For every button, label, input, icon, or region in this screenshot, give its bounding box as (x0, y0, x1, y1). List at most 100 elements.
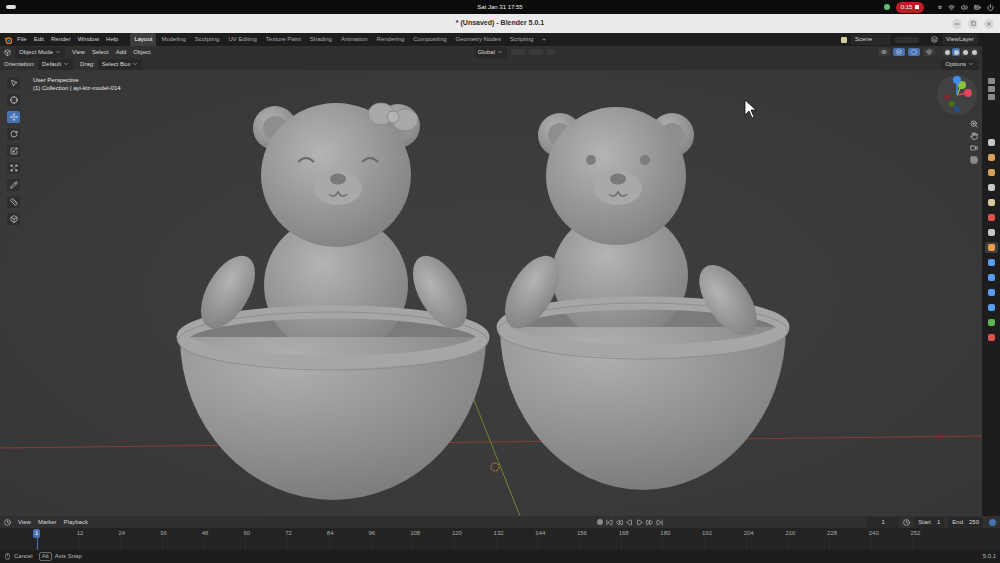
clock[interactable]: Sat Jan 31 17:55 (477, 3, 522, 12)
property-tab[interactable] (985, 332, 998, 343)
viewport-toggle[interactable] (878, 48, 890, 56)
viewport-toggle[interactable] (893, 48, 905, 56)
volume-icon[interactable] (961, 4, 968, 11)
scene-canvas[interactable] (0, 70, 982, 516)
frame-tick[interactable]: 156 (575, 528, 617, 550)
frame-tick[interactable]: 24 (116, 528, 158, 550)
bear-model[interactable] (494, 107, 788, 490)
frame-tick[interactable]: 168 (617, 528, 659, 550)
menu-item[interactable]: Help (106, 35, 118, 44)
battery-icon[interactable] (974, 4, 981, 11)
play-icon[interactable] (636, 519, 643, 526)
jump-end-icon[interactable] (656, 519, 663, 526)
activities-icon[interactable] (6, 5, 16, 9)
viewport-toggle[interactable] (908, 48, 920, 56)
property-tab[interactable] (985, 182, 998, 193)
snap-icon[interactable] (529, 49, 543, 55)
property-tab[interactable] (985, 272, 998, 283)
frame-tick[interactable]: 60 (241, 528, 283, 550)
menu-item[interactable]: File (17, 35, 27, 44)
shading-button[interactable] (943, 48, 951, 56)
outliner-icon[interactable] (988, 78, 995, 84)
editor-type-icon[interactable] (4, 49, 11, 56)
workspace-tab[interactable]: Layout (130, 33, 156, 46)
frame-tick[interactable]: 252 (908, 528, 950, 550)
frame-tick[interactable]: 108 (408, 528, 450, 550)
property-tab[interactable] (985, 197, 998, 208)
workspace-tab[interactable]: Geometry Nodes (452, 33, 505, 46)
timeline-menu-item[interactable]: Playback (64, 518, 88, 527)
jump-start-icon[interactable] (606, 519, 613, 526)
wifi-icon[interactable] (948, 4, 955, 11)
navigation-gizmo[interactable] (936, 74, 978, 116)
frame-tick[interactable]: 84 (325, 528, 367, 550)
frame-tick[interactable]: 72 (283, 528, 325, 550)
property-tab[interactable] (985, 152, 998, 163)
workspace-tab[interactable]: Shading (306, 33, 336, 46)
minimize-button[interactable] (952, 19, 962, 29)
workspace-tab[interactable]: Animation (337, 33, 372, 46)
sync-icon[interactable] (989, 519, 996, 526)
scene-field[interactable]: Scene (851, 34, 891, 45)
frame-tick[interactable]: 204 (742, 528, 784, 550)
workspace-tab[interactable]: Sculpting (191, 33, 224, 46)
tool-button[interactable] (7, 111, 20, 123)
scene-icons[interactable] (895, 37, 919, 43)
viewport-menu-item[interactable]: View (72, 48, 85, 57)
shading-button[interactable] (952, 48, 960, 56)
workspace-tab[interactable]: Rendering (373, 33, 409, 46)
property-tab[interactable] (985, 212, 998, 223)
property-tab[interactable] (985, 317, 998, 328)
end-field[interactable]: End250 (948, 517, 983, 528)
timeline-menu-item[interactable]: View (18, 518, 31, 527)
property-tab[interactable] (985, 287, 998, 298)
preview-range-icon[interactable] (903, 519, 910, 526)
frame-tick[interactable]: 96 (367, 528, 409, 550)
workspace-tab[interactable]: Compositing (409, 33, 450, 46)
frame-tick[interactable]: 36 (158, 528, 200, 550)
tool-button[interactable] (7, 196, 20, 208)
timeline-menu-item[interactable]: Marker (38, 518, 57, 527)
property-tab[interactable] (985, 242, 998, 253)
add-workspace-button[interactable]: + (538, 35, 550, 44)
frame-tick[interactable]: 192 (700, 528, 742, 550)
blender-logo-icon[interactable] (4, 36, 12, 44)
grid-icon[interactable] (970, 156, 978, 164)
property-tab[interactable] (985, 302, 998, 313)
drag-setting[interactable]: Select Box (98, 59, 143, 70)
zoom-icon[interactable] (970, 120, 978, 128)
tool-button[interactable] (7, 179, 20, 191)
tool-button[interactable] (7, 213, 20, 225)
frame-tick[interactable]: 240 (867, 528, 909, 550)
viewport-toggle[interactable] (923, 48, 935, 56)
viewport-menu-item[interactable]: Select (92, 48, 109, 57)
workspace-tab[interactable]: UV Editing (224, 33, 260, 46)
shield-icon[interactable] (884, 4, 890, 10)
shading-button[interactable] (970, 48, 978, 56)
workspace-tab[interactable]: Texture Paint (262, 33, 305, 46)
menu-item[interactable]: Window (78, 35, 99, 44)
shading-button[interactable] (961, 48, 969, 56)
outliner-icon[interactable] (988, 94, 995, 100)
workspace-tab[interactable]: Scripting (506, 33, 537, 46)
pivot-icon[interactable] (511, 49, 525, 55)
frame-tick[interactable]: 1 (33, 528, 75, 550)
play-reverse-icon[interactable] (626, 519, 633, 526)
property-tab[interactable] (985, 227, 998, 238)
current-frame-field[interactable]: 1 (867, 517, 899, 528)
frame-tick[interactable]: 120 (450, 528, 492, 550)
start-field[interactable]: Start1 (914, 517, 944, 528)
outliner-icon[interactable] (988, 86, 995, 92)
view-layer-icon[interactable] (931, 36, 938, 43)
timeline-editor-icon[interactable] (4, 519, 11, 526)
scene-icon[interactable] (841, 37, 847, 43)
options-dropdown[interactable]: Options (941, 59, 978, 70)
property-tab[interactable] (985, 167, 998, 178)
property-tab[interactable] (985, 257, 998, 268)
menu-item[interactable]: Render (51, 35, 71, 44)
frame-tick[interactable]: 180 (658, 528, 700, 550)
orientation-dropdown[interactable]: Global (474, 47, 507, 58)
view-layer-field[interactable]: ViewLayer (942, 34, 978, 45)
tool-button[interactable] (7, 145, 20, 157)
frame-tick[interactable]: 144 (533, 528, 575, 550)
